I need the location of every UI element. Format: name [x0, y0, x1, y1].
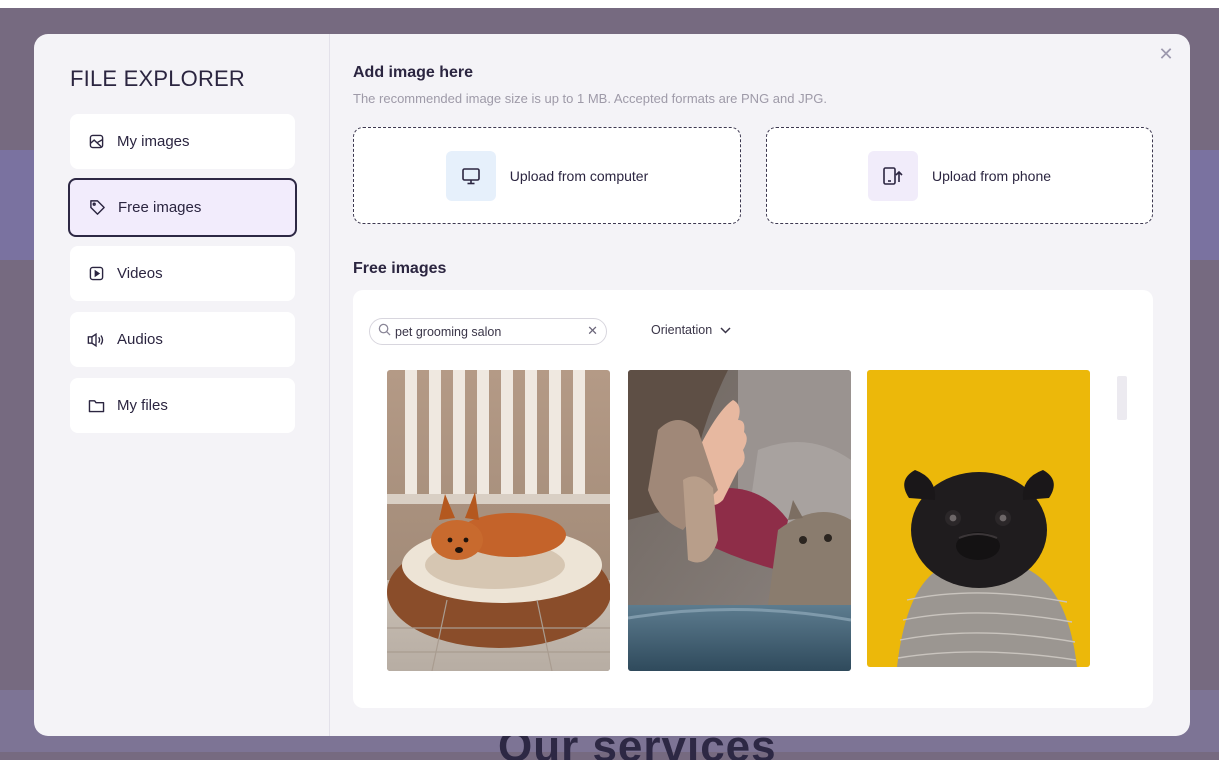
sidebar-item-my-files[interactable]: My files	[70, 378, 295, 433]
sidebar-item-videos[interactable]: Videos	[70, 246, 295, 301]
orientation-dropdown[interactable]: Orientation	[651, 323, 731, 337]
main-panel: Add image here The recommended image siz…	[353, 34, 1190, 736]
cat-high-five-photo	[628, 370, 851, 671]
search-icon	[378, 323, 391, 341]
add-image-subtitle: The recommended image size is up to 1 MB…	[353, 91, 827, 106]
gallery-scrollbar[interactable]	[1117, 376, 1127, 420]
sidebar-title: FILE EXPLORER	[70, 66, 245, 91]
upload-from-computer-label: Upload from computer	[509, 167, 649, 184]
sidebar-item-label: Videos	[117, 265, 163, 282]
image-thumbnail-dog-bed[interactable]	[387, 370, 610, 671]
folder-icon	[87, 397, 105, 415]
dog-in-bed-photo	[387, 370, 610, 671]
clear-search-icon[interactable]: ✕	[587, 324, 598, 339]
upload-from-phone-label: Upload from phone	[931, 167, 1052, 184]
sidebar-item-label: My images	[117, 133, 190, 150]
phone-upload-icon	[867, 150, 918, 201]
sidebar: FILE EXPLORER My images Free images Vide…	[34, 34, 330, 736]
image-thumbnail-cat-high-five[interactable]	[628, 370, 851, 671]
tag-icon	[88, 199, 106, 217]
sidebar-item-label: My files	[117, 397, 168, 414]
file-explorer-modal: ✕ FILE EXPLORER My images Free images Vi…	[34, 34, 1190, 736]
upload-from-computer-button[interactable]: Upload from computer	[353, 127, 741, 224]
orientation-label: Orientation	[651, 323, 713, 337]
search-input[interactable]	[395, 324, 584, 339]
sidebar-item-audios[interactable]: Audios	[70, 312, 295, 367]
upload-from-phone-button[interactable]: Upload from phone	[766, 127, 1153, 224]
sidebar-item-free-images[interactable]: Free images	[68, 178, 297, 237]
sidebar-item-my-images[interactable]: My images	[70, 114, 295, 169]
speaker-icon	[87, 331, 105, 349]
image-icon	[87, 133, 105, 151]
monitor-icon	[445, 150, 496, 201]
video-icon	[87, 265, 105, 283]
background-top-band	[0, 0, 1219, 8]
sidebar-item-label: Audios	[117, 331, 163, 348]
free-images-gallery: ✕ Orientation	[353, 290, 1153, 708]
chevron-down-icon	[720, 323, 731, 337]
sidebar-nav: My images Free images Videos Audios My f…	[68, 114, 297, 444]
sidebar-item-label: Free images	[118, 199, 202, 216]
image-thumbnail-pug-sweater[interactable]	[867, 370, 1090, 667]
free-images-title: Free images	[353, 260, 447, 277]
search-box: ✕	[369, 318, 607, 345]
pug-sweater-photo	[867, 370, 1090, 667]
add-image-title: Add image here	[353, 64, 474, 81]
